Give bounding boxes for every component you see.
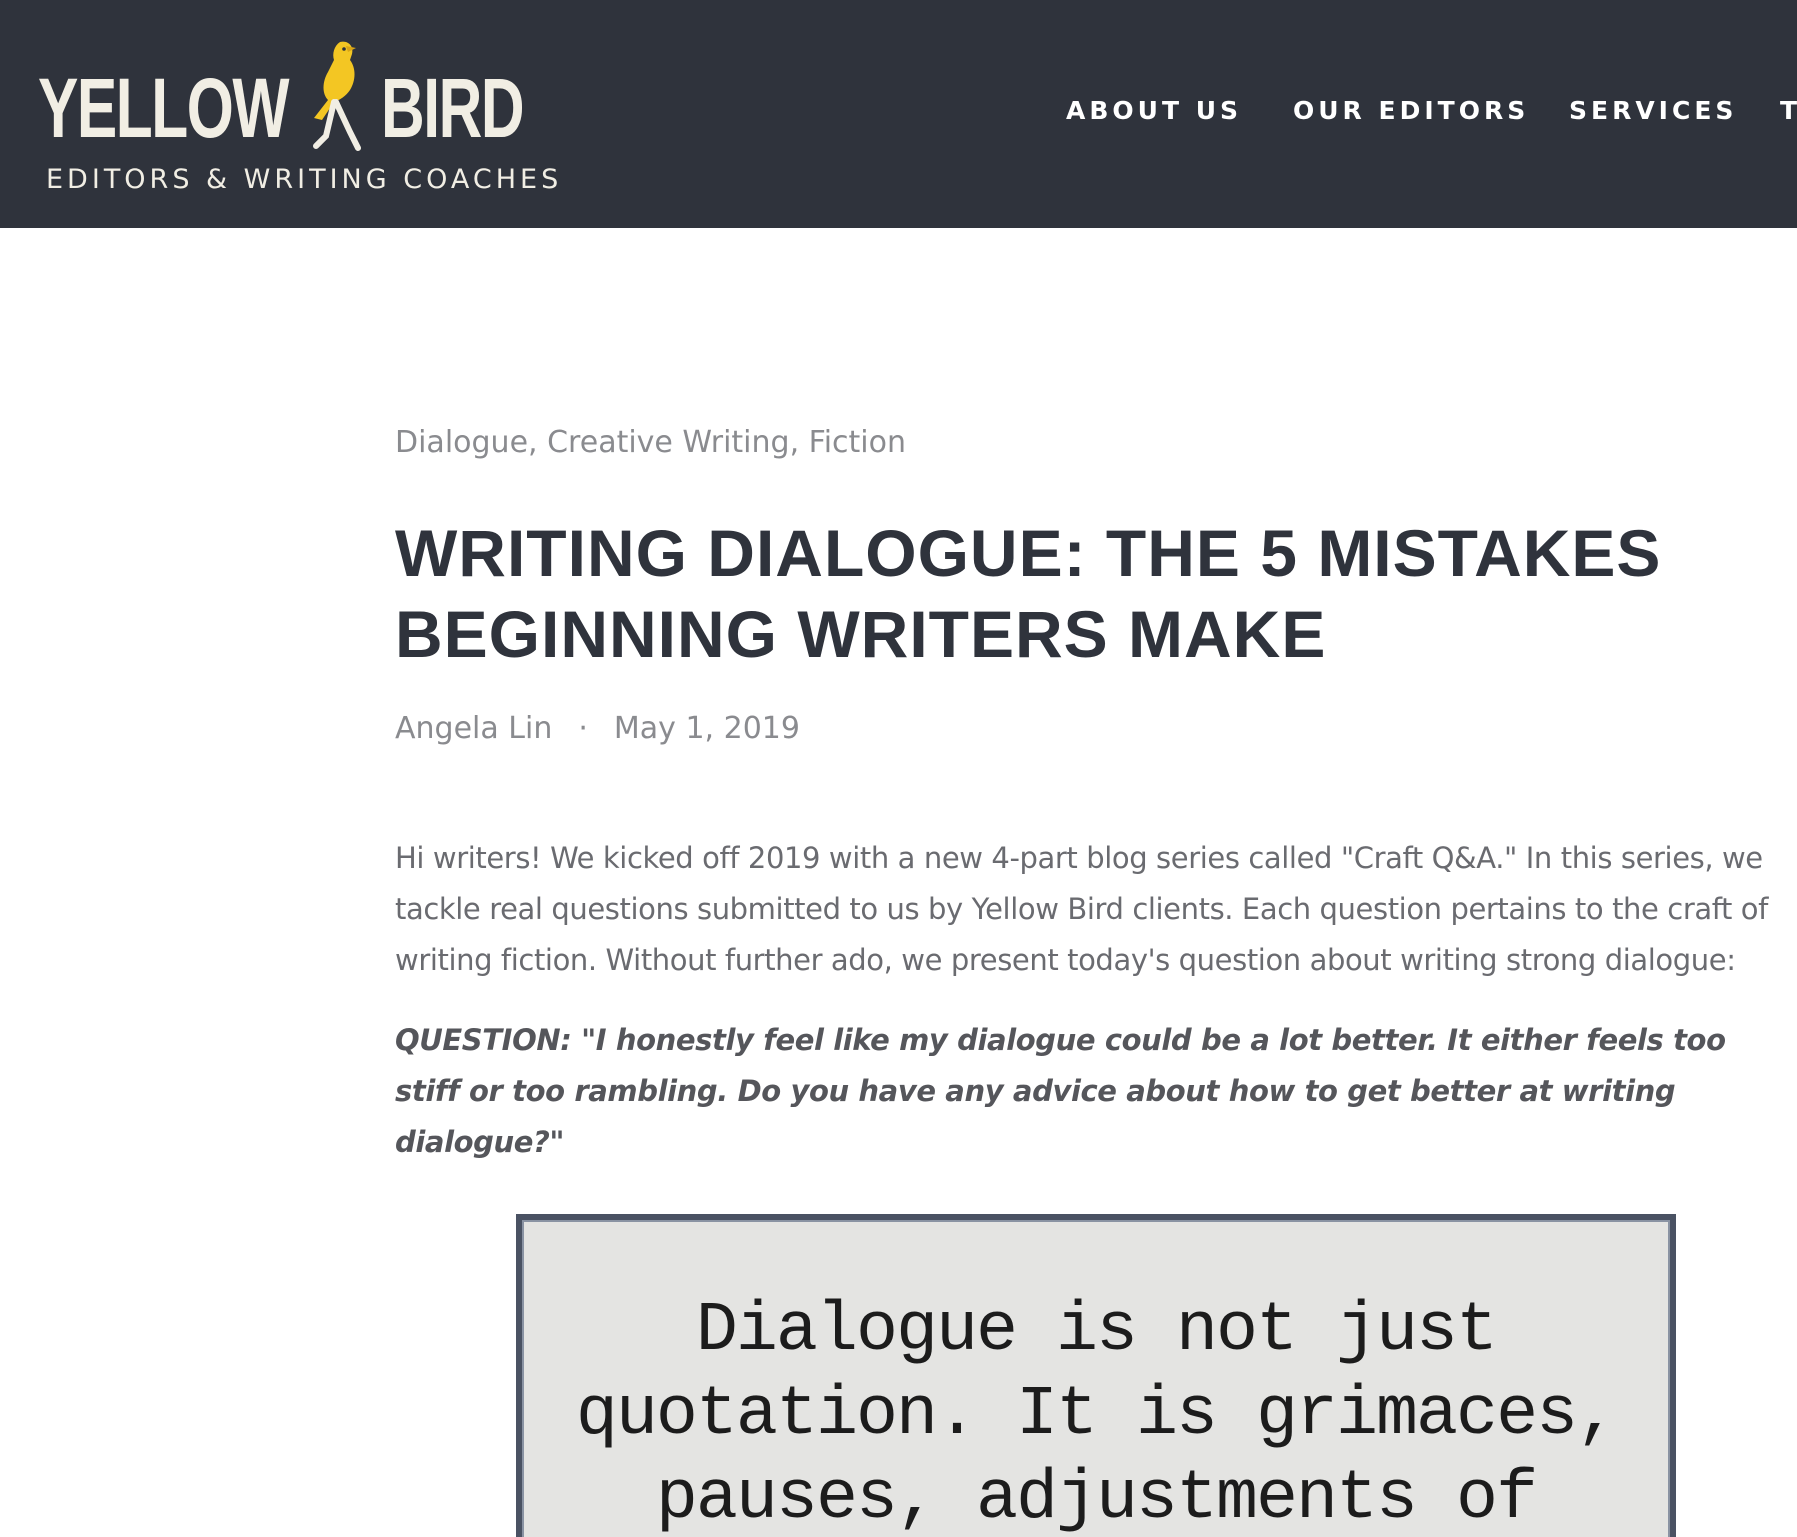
- site-header: YELLOW BIRD EDITORS & WRITING COACHES AB…: [0, 0, 1797, 228]
- question-paragraph: QUESTION: "I honestly feel like my dialo…: [395, 1023, 1726, 1159]
- category-link-dialogue[interactable]: Dialogue: [395, 425, 528, 460]
- site-logo[interactable]: YELLOW BIRD EDITORS & WRITING COACHES: [38, 38, 558, 198]
- nav-services[interactable]: SERVICES: [1569, 96, 1737, 125]
- logo-word-bird: BIRD: [381, 61, 525, 155]
- nav-item-truncated[interactable]: T: [1780, 96, 1797, 125]
- quote-image-text: Dialogue is not just quotation. It is gr…: [522, 1290, 1670, 1537]
- category-separator: ,: [528, 425, 548, 460]
- quote-line: Dialogue is not just: [695, 1292, 1498, 1371]
- page: YELLOW BIRD EDITORS & WRITING COACHES AB…: [0, 0, 1797, 1537]
- author-name[interactable]: Angela Lin: [395, 711, 552, 746]
- category-list: Dialogue, Creative Writing, Fiction: [395, 425, 1795, 471]
- bird-icon: [313, 41, 361, 151]
- quote-line: quotation. It is grimaces,: [575, 1376, 1618, 1455]
- quote-line: pauses, adjustments of: [655, 1460, 1538, 1537]
- article-title: WRITING DIALOGUE: THE 5 MISTAKES BEGINNI…: [395, 516, 1662, 671]
- logo-word-yellow: YELLOW: [38, 61, 289, 155]
- article-meta: Angela Lin · May 1, 2019: [395, 711, 1795, 757]
- nav-about-us[interactable]: ABOUT US: [1066, 96, 1242, 125]
- nav-our-editors[interactable]: OUR EDITORS: [1293, 96, 1529, 125]
- category-link-creative-writing[interactable]: Creative Writing: [547, 425, 789, 460]
- intro-paragraph: Hi writers! We kicked off 2019 with a ne…: [395, 841, 1768, 977]
- blog-article: Dialogue, Creative Writing, Fiction WRIT…: [395, 425, 1795, 1197]
- category-link-fiction[interactable]: Fiction: [809, 425, 906, 460]
- meta-separator: ·: [578, 711, 588, 746]
- publish-date: May 1, 2019: [613, 711, 800, 746]
- category-separator: ,: [789, 425, 809, 460]
- logo-tagline: EDITORS & WRITING COACHES: [46, 164, 563, 195]
- quote-image: Dialogue is not just quotation. It is gr…: [516, 1214, 1676, 1537]
